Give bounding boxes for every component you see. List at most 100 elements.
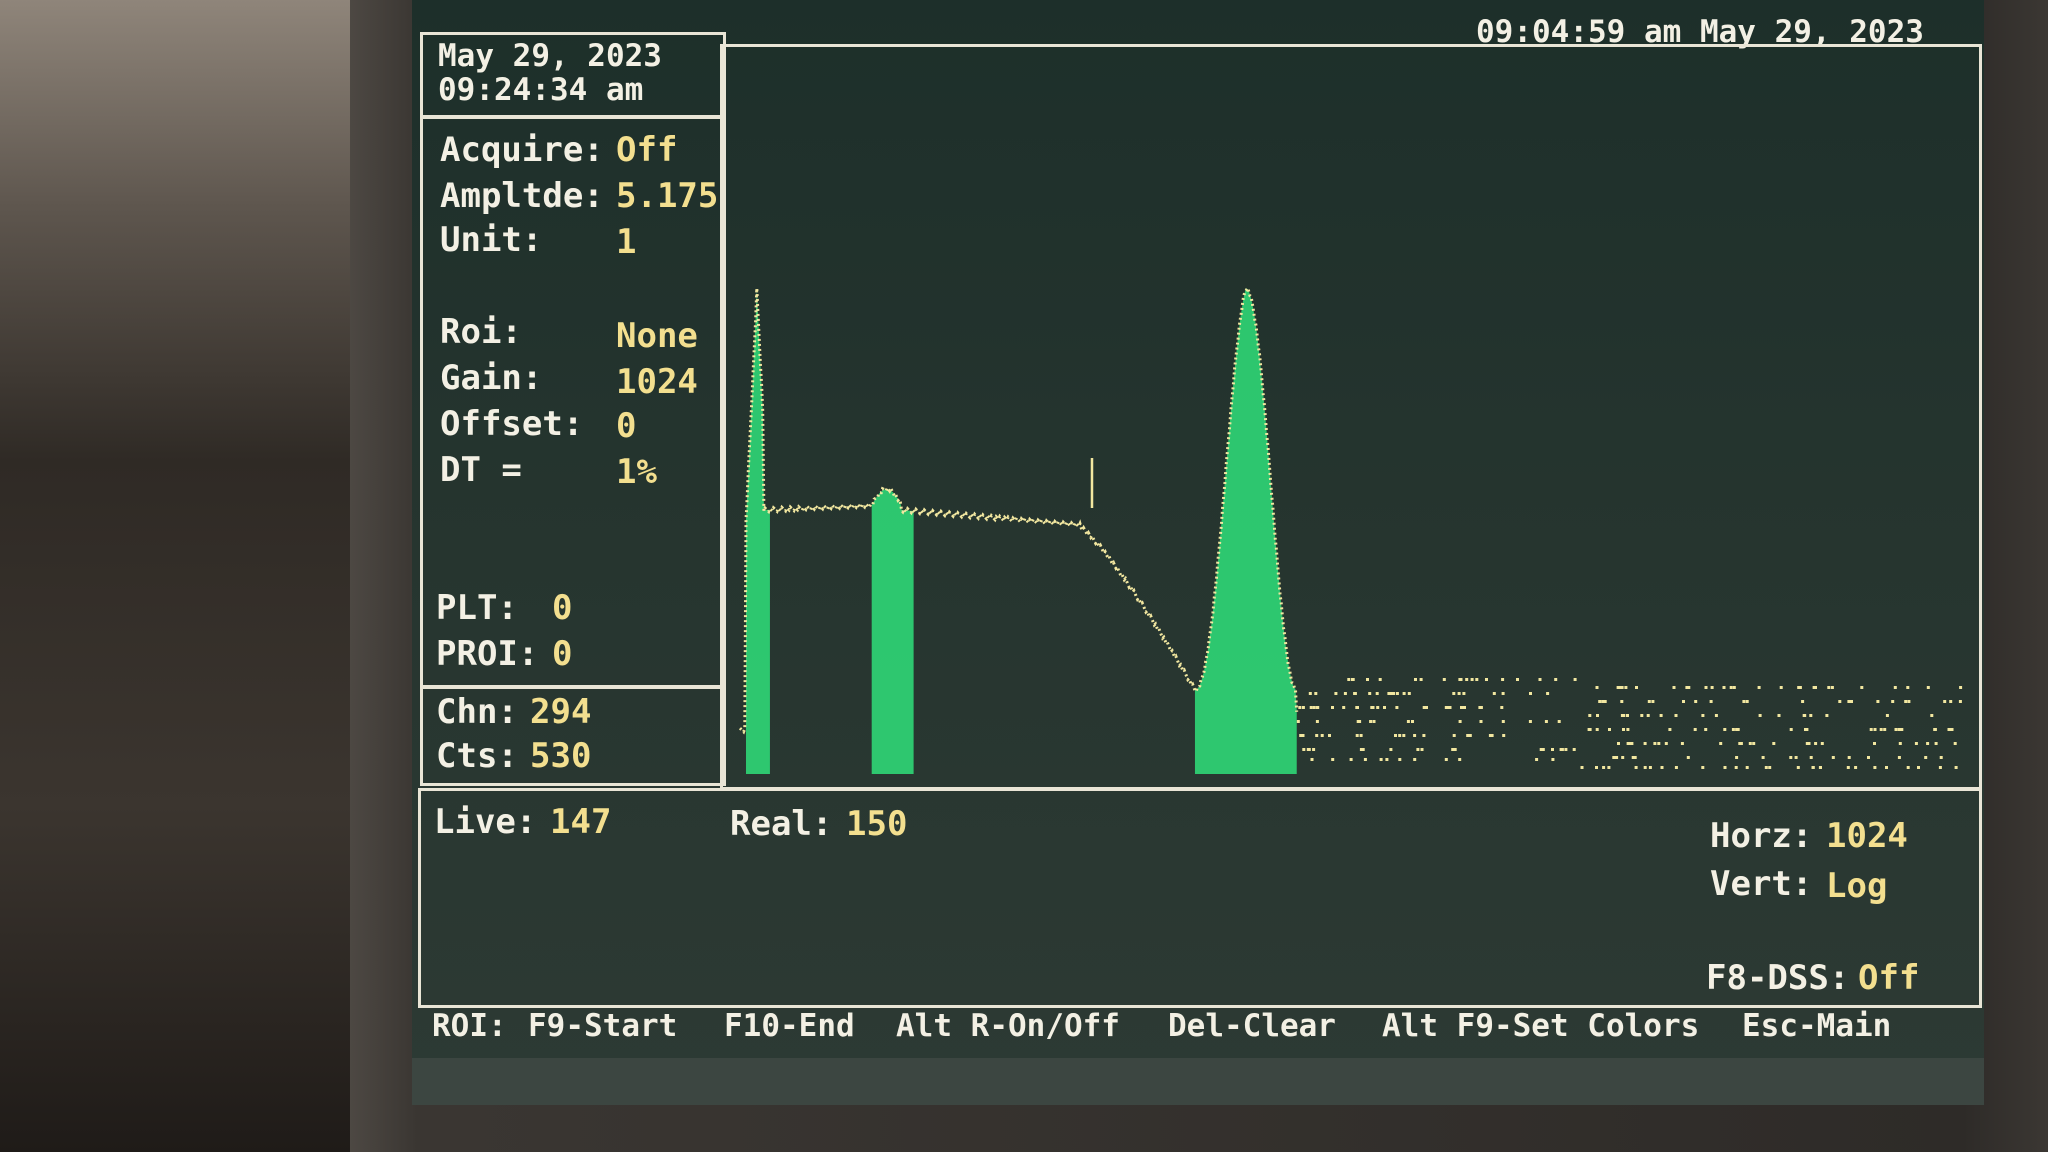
count-dot [1554,678,1558,681]
count-dot [1846,766,1850,769]
count-dot [1704,686,1708,689]
count-dot [1634,766,1638,769]
menu-f9-start[interactable]: F9-Start [528,1008,677,1052]
count-dot [1359,734,1363,737]
count-dot [1953,742,1957,745]
count-dot [1772,742,1776,745]
count-dot [1682,700,1685,703]
count-dot [1465,678,1469,681]
count-dot [1501,678,1505,681]
count-dot [1798,686,1802,689]
count-dot [1479,720,1483,723]
count-dot [1356,706,1359,709]
menu-esc-main[interactable]: Esc-Main [1742,1008,1891,1052]
count-dot [1378,678,1382,681]
count-dot [1867,756,1870,759]
count-dot [1458,720,1462,723]
menu-del-clear[interactable]: Del-Clear [1168,1008,1336,1052]
roi-region-2 [871,489,914,774]
dss-label[interactable]: F8-DSS: [1706,958,1849,998]
count-dot [1735,756,1739,759]
horz-label: Horz: [1710,816,1813,856]
count-dot [1847,700,1851,703]
count-dot [1701,766,1705,769]
count-dot [1939,756,1943,759]
real-label: Real: [730,804,833,844]
vert-value: Log [1826,866,1888,906]
count-dot [1847,756,1851,759]
count-dot [1722,686,1726,689]
count-dot [1331,706,1334,709]
count-dot [1739,742,1743,745]
count-dot [1906,686,1910,689]
spectrum-plot[interactable] [726,50,1976,786]
count-dot [1411,720,1414,723]
count-dot [1806,742,1810,745]
count-dot [1372,720,1376,723]
count-dot [1419,678,1423,681]
count-dot [1897,756,1901,759]
count-dot [1745,766,1749,769]
menu-f10-end[interactable]: F10-End [724,1008,855,1052]
count-dot [1422,734,1426,737]
count-dot [1402,692,1406,695]
count-dot [1914,742,1918,745]
count-dot [1475,678,1479,681]
count-dot [1460,706,1463,709]
count-dot [1312,706,1316,709]
count-dot [1900,728,1904,731]
count-dot [1736,728,1740,731]
count-dot [1917,766,1920,769]
count-dot [1353,692,1357,695]
count-dot [1442,678,1446,681]
count-dot [1501,692,1505,695]
count-dot [1879,728,1883,731]
count-dot [1314,692,1318,695]
count-dot [1463,706,1466,709]
count-dot [1347,678,1351,681]
count-dot [1943,700,1947,703]
count-dot [1659,714,1663,717]
count-dot [1398,758,1402,761]
count-dot [1414,678,1417,681]
count-dot [1640,714,1644,717]
count-dot [1694,700,1698,703]
count-dot [1732,686,1736,689]
count-dot [1719,742,1723,745]
count-dot [1342,706,1346,709]
count-dot [1933,728,1937,731]
count-dot [1459,678,1463,681]
count-dot [1958,700,1962,703]
count-dot [1309,706,1313,709]
count-dot [1897,728,1901,731]
count-dot [1320,734,1324,737]
chn-label: Chn: [436,692,518,732]
count-dot [1926,742,1930,745]
live-label: Live: [434,802,537,842]
count-dot [1752,742,1756,745]
count-dot [1668,728,1672,731]
plt-value: 0 [552,588,573,628]
count-dot [1950,728,1954,731]
chn-value: 294 [530,692,592,732]
count-dot [1557,720,1561,723]
menu-alt-f9-colors[interactable]: Alt F9-Set Colors [1382,1008,1699,1052]
count-dot [1643,742,1647,745]
count-dot [1420,748,1424,751]
count-dot [1883,728,1887,731]
count-dot [1413,734,1417,737]
count-dot [1959,686,1963,689]
count-dot [1709,700,1713,703]
count-dot [1541,748,1545,751]
menu-alt-r-toggle[interactable]: Alt R-On/Off [896,1008,1120,1052]
count-dot [1389,748,1393,751]
count-dot [1444,758,1448,761]
count-dot [1926,686,1930,689]
count-dot [1622,714,1626,717]
count-dot [1391,692,1395,695]
count-dot [1854,766,1858,769]
count-dot [1885,714,1889,717]
count-dot [1601,700,1605,703]
count-dot [1551,748,1554,751]
count-dot [1802,714,1806,717]
